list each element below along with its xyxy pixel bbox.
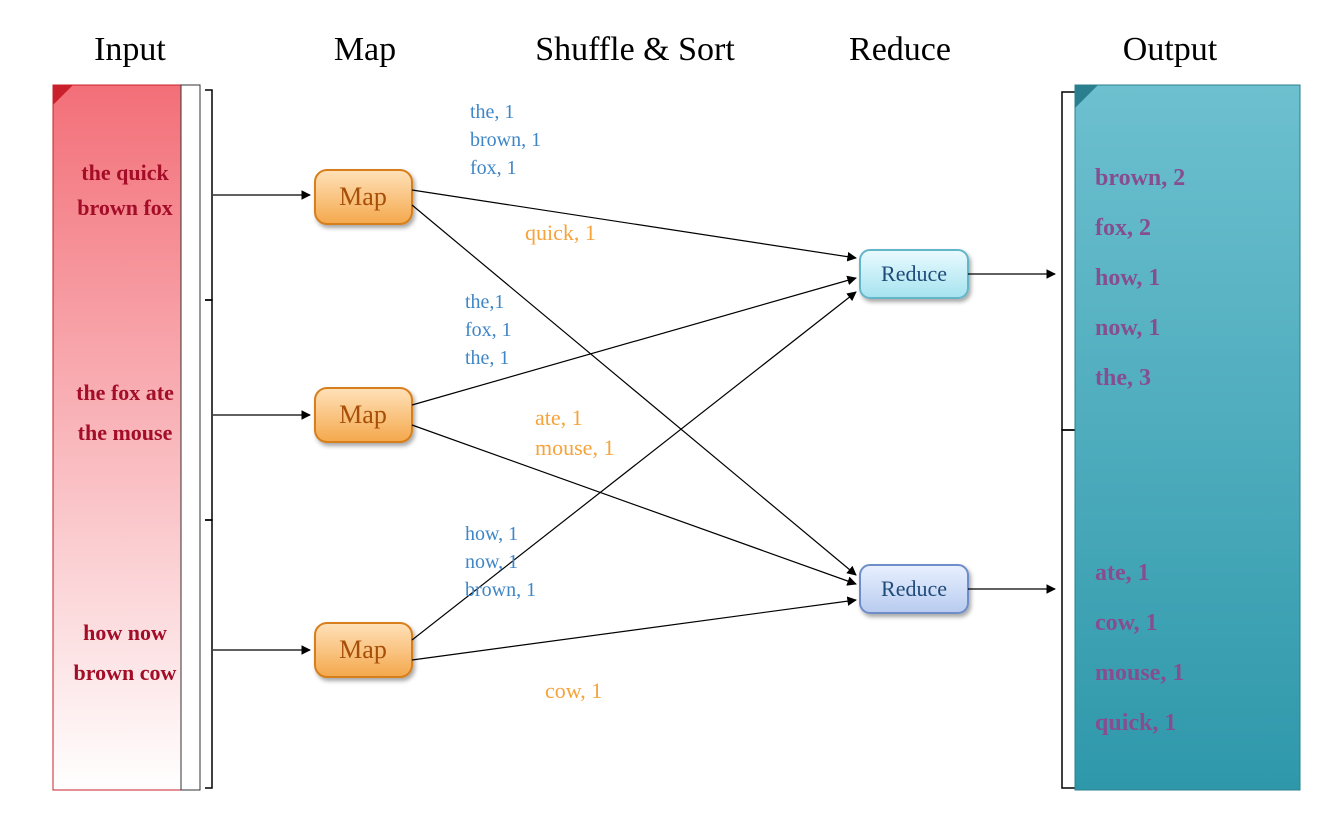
reduce-label-1: Reduce bbox=[881, 261, 947, 286]
input-chunk1-line1: the quick bbox=[81, 160, 169, 185]
header-output: Output bbox=[1123, 31, 1218, 68]
arrow-map1-reduce2 bbox=[412, 205, 856, 575]
out-g2-a: ate, 1 bbox=[1095, 560, 1150, 586]
kv-m2-blue-b: fox, 1 bbox=[465, 319, 512, 341]
input-bracket-3 bbox=[205, 520, 212, 788]
arrow-map3-reduce2 bbox=[412, 600, 856, 660]
kv-m3-blue-b: now, 1 bbox=[465, 551, 518, 573]
header-shuffle-sort: Shuffle & Sort bbox=[535, 31, 735, 68]
reduce-label-2: Reduce bbox=[881, 576, 947, 601]
kv-m1-blue-c: fox, 1 bbox=[470, 157, 517, 179]
kv-m1-blue-a: the, 1 bbox=[470, 101, 514, 123]
out-g1-d: now, 1 bbox=[1095, 315, 1160, 341]
input-chunk2-line2: the mouse bbox=[78, 420, 173, 445]
kv-m1-orange: quick, 1 bbox=[525, 220, 596, 245]
out-g2-d: quick, 1 bbox=[1095, 710, 1176, 736]
kv-m1-blue-b: brown, 1 bbox=[470, 129, 541, 151]
out-g1-b: fox, 2 bbox=[1095, 215, 1151, 241]
out-g1-c: how, 1 bbox=[1095, 265, 1160, 291]
mapreduce-diagram: Input Map Shuffle & Sort Reduce Output t… bbox=[0, 0, 1332, 818]
out-g2-c: mouse, 1 bbox=[1095, 660, 1184, 686]
kv-m3-blue-a: how, 1 bbox=[465, 523, 518, 545]
map-label-2: Map bbox=[339, 400, 387, 429]
out-g1-a: brown, 2 bbox=[1095, 165, 1185, 191]
kv-m2-orange-a: ate, 1 bbox=[535, 405, 583, 430]
output-bracket-2 bbox=[1062, 430, 1075, 788]
kv-m3-blue-c: brown, 1 bbox=[465, 579, 536, 601]
kv-m3-orange: cow, 1 bbox=[545, 678, 602, 703]
out-g1-e: the, 3 bbox=[1095, 365, 1151, 391]
kv-m2-orange-b: mouse, 1 bbox=[535, 435, 614, 460]
input-bracket-1 bbox=[205, 90, 212, 300]
input-chunk3-line2: brown cow bbox=[74, 660, 177, 685]
out-g2-b: cow, 1 bbox=[1095, 610, 1158, 636]
input-chunk1-line2: brown fox bbox=[77, 195, 173, 220]
header-input: Input bbox=[94, 31, 166, 68]
arrow-map1-reduce1 bbox=[412, 190, 856, 258]
kv-m2-blue-a: the,1 bbox=[465, 291, 504, 313]
kv-m2-blue-c: the, 1 bbox=[465, 347, 509, 369]
header-map: Map bbox=[334, 31, 396, 68]
header-reduce: Reduce bbox=[849, 31, 951, 68]
input-chunk3-line1: how now bbox=[83, 620, 167, 645]
output-bracket-1 bbox=[1062, 92, 1075, 430]
input-chunk2-line1: the fox ate bbox=[76, 380, 174, 405]
map-label-1: Map bbox=[339, 182, 387, 211]
input-bracket-2 bbox=[205, 300, 212, 520]
map-label-3: Map bbox=[339, 635, 387, 664]
